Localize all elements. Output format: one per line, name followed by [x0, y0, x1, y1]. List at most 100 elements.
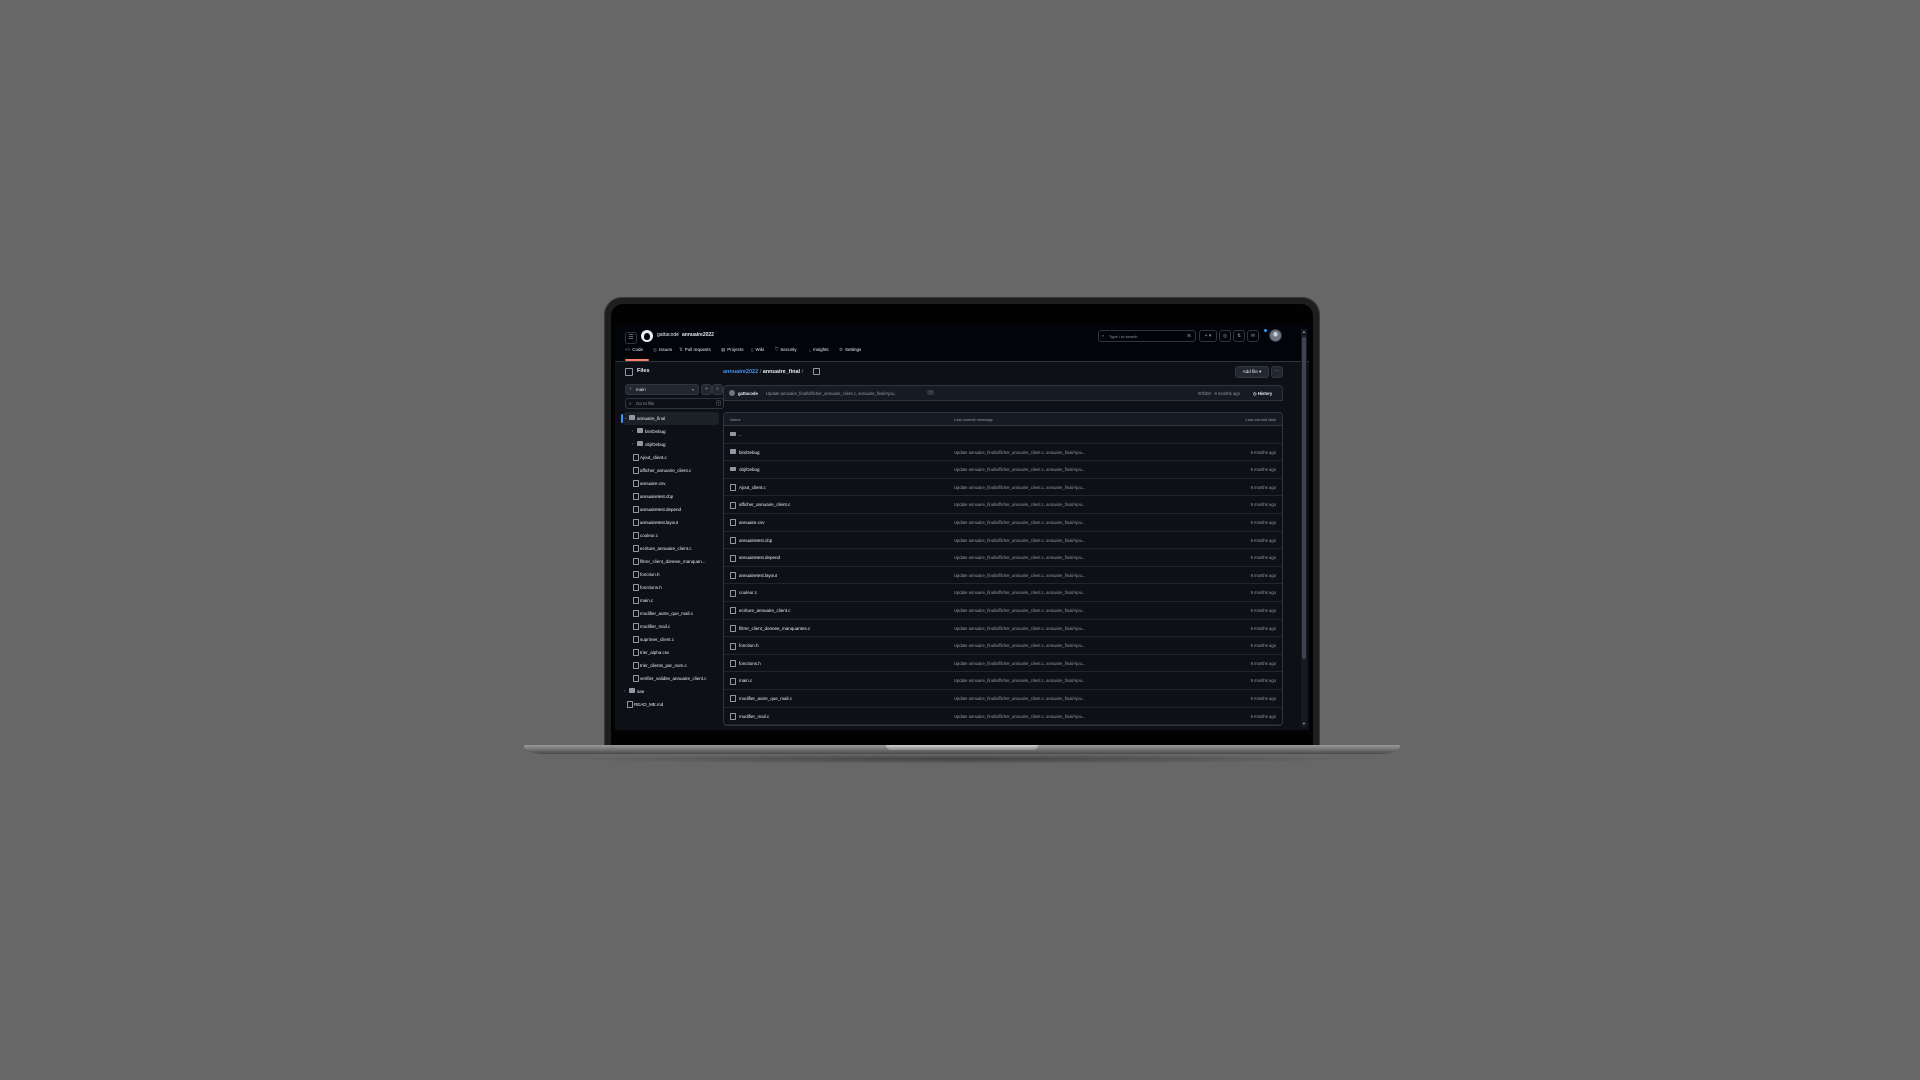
table-row[interactable]: annuairetest.depend Update annuaire_final…: [724, 549, 1282, 567]
tree-file-item[interactable]: annuaire.csv: [623, 477, 719, 490]
table-row[interactable]: modifier_autre_que_mail.c Update annuaire…: [724, 690, 1282, 708]
chevron-right-icon[interactable]: ›: [624, 688, 625, 693]
tree-file-item[interactable]: main.c: [623, 594, 719, 607]
file-name-link[interactable]: annuairetest.depend: [739, 555, 780, 560]
commit-message-link[interactable]: Update annuaire_final/afficher_annuaire_…: [954, 608, 1114, 613]
chevron-right-icon[interactable]: ›: [632, 441, 633, 446]
repo-link[interactable]: annuaire2022: [682, 332, 714, 338]
commit-message-link[interactable]: Update annuaire_final/afficher_annuaire_…: [954, 643, 1114, 648]
tree-file-item[interactable]: filtrer_client_donnee_manquan...: [623, 555, 719, 568]
file-name-link[interactable]: afficher_annuaire_client.c: [739, 502, 790, 507]
tree-folder-item[interactable]: › sae: [623, 685, 719, 698]
tree-file-item[interactable]: trier_alpha.csv: [623, 646, 719, 659]
scroll-thumb[interactable]: [1302, 337, 1306, 659]
commit-message-link[interactable]: Update annuaire_final/afficher_annuaire_…: [954, 714, 1114, 719]
commit-message-link[interactable]: Update annuaire_final/afficher_annuaire_…: [954, 555, 1114, 560]
tab-wiki[interactable]: ▯ Wiki: [751, 347, 764, 353]
file-name-link[interactable]: ecriture_annuaire_client.c: [739, 608, 791, 613]
commit-message-link[interactable]: Update annuaire_final/afficher_annuaire_…: [954, 661, 1114, 666]
go-to-file-input[interactable]: ⌕ Go to file t: [625, 398, 724, 409]
table-row[interactable]: afficher_annuaire_client.c Update annuair…: [724, 496, 1282, 514]
file-name-link[interactable]: fonctions.h: [739, 661, 761, 666]
owner-link[interactable]: gattacode: [657, 332, 679, 338]
tree-file-item[interactable]: modifier_autre_que_mail.c: [623, 607, 719, 620]
tree-file-item[interactable]: couleur.c: [623, 529, 719, 542]
file-name-link[interactable]: Ajout_client.c: [739, 485, 766, 490]
add-file-button[interactable]: Add file ▾: [1235, 366, 1269, 378]
commit-message-link[interactable]: Update annuaire_final/afficher_annuaire_…: [954, 590, 1114, 595]
tab-issues[interactable]: ◎ Issues: [653, 347, 672, 353]
tree-file-item[interactable]: fonctions.h: [623, 581, 719, 594]
commit-message-link[interactable]: Update annuaire_final/afficher_annuaire_…: [954, 485, 1114, 490]
file-name-link[interactable]: modifier_mail.c: [739, 714, 769, 719]
history-link[interactable]: ◷ History: [1253, 391, 1272, 396]
more-options-button[interactable]: ···: [1271, 366, 1283, 378]
file-name-link[interactable]: bin/Debug: [739, 450, 760, 455]
commit-message[interactable]: Update annuaire_final/afficher_annuaire_…: [766, 391, 924, 396]
tree-file-item[interactable]: annuairetest.depend: [623, 503, 719, 516]
search-icon[interactable]: ⌕: [712, 384, 723, 395]
file-name-link[interactable]: obj/Debug: [739, 467, 760, 472]
tree-file-item[interactable]: trier_clients_par_nom.c: [623, 659, 719, 672]
tree-file-item[interactable]: verifier_validite_annuaire_client.c: [623, 672, 719, 685]
commit-message-link[interactable]: Update annuaire_final/afficher_annuaire_…: [954, 678, 1114, 683]
table-row[interactable]: ..: [724, 426, 1282, 444]
tab-settings[interactable]: ⚙ Settings: [839, 347, 861, 353]
scroll-down-icon[interactable]: ▼: [1301, 721, 1307, 727]
commit-message-link[interactable]: Update annuaire_final/afficher_annuaire_…: [954, 450, 1114, 455]
table-row[interactable]: bin/Debug Update annuaire_final/afficher_…: [724, 444, 1282, 462]
copy-path-icon[interactable]: [813, 368, 820, 375]
scroll-up-icon[interactable]: ▲: [1301, 329, 1307, 335]
chevron-right-icon[interactable]: ›: [632, 428, 633, 433]
table-row[interactable]: Ajout_client.c Update annuaire_final/affi…: [724, 479, 1282, 497]
command-palette-icon[interactable]: ⌘.: [1187, 333, 1192, 338]
tab-code[interactable]: <> Code: [625, 347, 643, 352]
table-row[interactable]: annuairetest.cbp Update annuaire_final/af…: [724, 532, 1282, 550]
file-name-link[interactable]: fonction.h: [739, 643, 759, 648]
tree-file-item[interactable]: ecriture_annuaire_client.c: [623, 542, 719, 555]
commit-message-link[interactable]: Update annuaire_final/afficher_annuaire_…: [954, 626, 1114, 631]
file-name-link[interactable]: annuairetest.cbp: [739, 538, 772, 543]
tree-file-item[interactable]: suprimer_client.c: [623, 633, 719, 646]
branch-selector[interactable]: ᛘ main ▾: [625, 384, 699, 395]
table-row[interactable]: fonction.h Update annuaire_final/afficher…: [724, 637, 1282, 655]
breadcrumb-repo-link[interactable]: annuaire2022: [723, 369, 758, 375]
file-name-link[interactable]: ..: [739, 432, 742, 437]
tree-folder-item[interactable]: › obj/Debug: [623, 438, 719, 451]
commit-author[interactable]: gattacode: [738, 391, 758, 396]
table-row[interactable]: fonctions.h Update annuaire_final/affiche…: [724, 655, 1282, 673]
expand-commit-button[interactable]: ···: [927, 389, 934, 395]
chevron-down-icon[interactable]: ⌄: [624, 415, 627, 420]
tree-file-item[interactable]: annuairetest.cbp: [623, 490, 719, 503]
table-row[interactable]: main.c Update annuaire_final/afficher_ann…: [724, 672, 1282, 690]
tree-file-item[interactable]: READ_ME.md: [623, 698, 719, 711]
tab-projects[interactable]: ▦ Projects: [721, 347, 744, 353]
file-name-link[interactable]: couleur.c: [739, 590, 757, 595]
table-row[interactable]: annuairetest.layout Update annuaire_final…: [724, 567, 1282, 585]
tab-pull-requests[interactable]: ⇅ Pull requests: [679, 347, 711, 353]
tree-file-item[interactable]: fonction.h: [623, 568, 719, 581]
commit-message-link[interactable]: Update annuaire_final/afficher_annuaire_…: [954, 696, 1114, 701]
table-row[interactable]: couleur.c Update annuaire_final/afficher_…: [724, 584, 1282, 602]
file-name-link[interactable]: annuairetest.layout: [739, 573, 777, 578]
tab-security[interactable]: ⛉ Security: [775, 347, 797, 352]
file-name-link[interactable]: modifier_autre_que_mail.c: [739, 696, 792, 701]
table-row[interactable]: annuaire.csv Update annuaire_final/affich…: [724, 514, 1282, 532]
table-row[interactable]: modifier_mail.c Update annuaire_final/aff…: [724, 708, 1282, 726]
tab-insights[interactable]: ⌞ Insights: [809, 347, 829, 353]
tree-file-item[interactable]: annuairetest.layout: [623, 516, 719, 529]
tree-file-item[interactable]: afficher_annuaire_client.c: [623, 464, 719, 477]
tree-folder-item[interactable]: ⌄ annuaire_final: [621, 412, 719, 425]
commit-message-link[interactable]: Update annuaire_final/afficher_annuaire_…: [954, 502, 1114, 507]
commit-message-link[interactable]: Update annuaire_final/afficher_annuaire_…: [954, 573, 1114, 578]
commit-message-link[interactable]: Update annuaire_final/afficher_annuaire_…: [954, 538, 1114, 543]
tree-folder-item[interactable]: › bin/Debug: [623, 425, 719, 438]
sidebar-collapse-icon[interactable]: [625, 368, 633, 376]
avatar[interactable]: [729, 389, 735, 396]
file-name-link[interactable]: annuaire.csv: [739, 520, 765, 525]
commit-message-link[interactable]: Update annuaire_final/afficher_annuaire_…: [954, 520, 1114, 525]
scrollbar[interactable]: ▲ ▼: [1301, 329, 1307, 727]
table-row[interactable]: obj/Debug Update annuaire_final/afficher_…: [724, 461, 1282, 479]
commit-meta[interactable]: 00f1b0 · 9 months ago: [1198, 391, 1240, 396]
table-row[interactable]: filtrer_client_donnee_manquantes.c Update…: [724, 620, 1282, 638]
